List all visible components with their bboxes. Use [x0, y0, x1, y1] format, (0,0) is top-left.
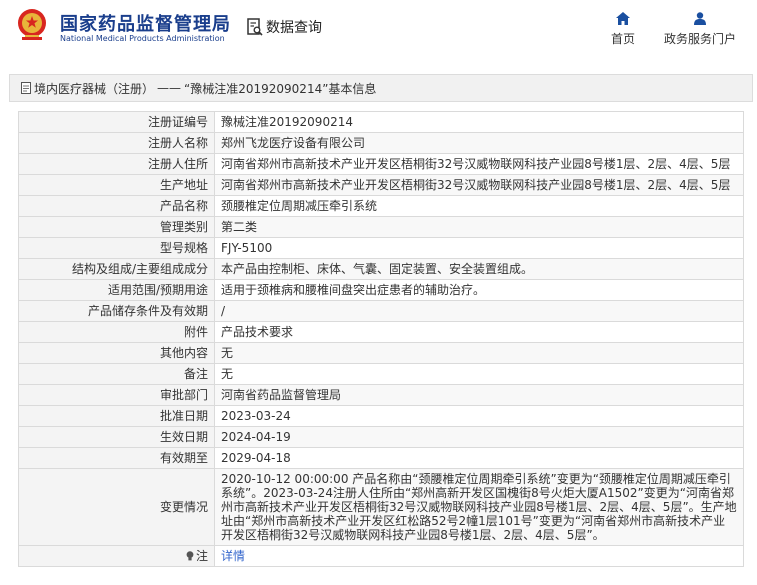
table-row: 审批部门 河南省药品监督管理局	[18, 384, 744, 406]
row-value: /	[214, 300, 744, 322]
lightbulb-icon	[186, 551, 194, 561]
row-value: 2029-04-18	[214, 447, 744, 469]
nav-service-portal[interactable]: 政务服务门户	[655, 12, 745, 47]
table-row: 型号规格 FJY-5100	[18, 237, 744, 259]
row-label: 适用范围/预期用途	[18, 279, 215, 301]
table-row: 注册证编号 豫械注准20192090214	[18, 111, 744, 133]
row-value: 河南省药品监督管理局	[214, 384, 744, 406]
row-value: 2020-10-12 00:00:00 产品名称由“颈腰椎定位周期牵引系统”变更…	[214, 468, 744, 546]
row-value: 产品技术要求	[214, 321, 744, 343]
note-label-cell: 注	[18, 545, 215, 567]
user-icon	[694, 12, 706, 25]
breadcrumb-separator: ——	[157, 81, 182, 95]
row-value: 河南省郑州市高新技术产业开发区梧桐街32号汉威物联网科技产业园8号楼1层、2层、…	[214, 153, 744, 175]
row-label: 其他内容	[18, 342, 215, 364]
home-icon	[616, 12, 630, 25]
row-value: 豫械注准20192090214	[214, 111, 744, 133]
document-icon	[21, 82, 31, 94]
table-row: 备注无	[18, 363, 744, 385]
row-value: 无	[214, 342, 744, 364]
emblem-icon	[18, 9, 46, 40]
row-label: 有效期至	[18, 447, 215, 469]
data-query-link[interactable]: 数据查询	[247, 17, 322, 37]
data-query-label: 数据查询	[266, 20, 322, 36]
nav-home[interactable]: 首页	[605, 12, 641, 47]
row-label: 生效日期	[18, 426, 215, 448]
info-table: 注册证编号 豫械注准20192090214 注册人名称 郑州飞龙医疗设备有限公司 注册人…	[18, 111, 744, 567]
table-row: 变更情况 2020-10-12 00:00:00 产品名称由“颈腰椎定位周期牵引系…	[18, 468, 744, 546]
row-label: 结构及组成/主要组成成分	[18, 258, 215, 280]
row-label: 备注	[18, 363, 215, 385]
table-row: 管理类别 第二类	[18, 216, 744, 238]
row-label: 变更情况	[18, 468, 215, 546]
row-label: 生产地址	[18, 174, 215, 196]
breadcrumb-category[interactable]: 境内医疗器械（注册）	[34, 80, 154, 97]
row-label: 审批部门	[18, 384, 215, 406]
row-value: 河南省郑州市高新技术产业开发区梧桐街32号汉威物联网科技产业园8号楼1层、2层、…	[214, 174, 744, 196]
row-label: 注册人名称	[18, 132, 215, 154]
table-row: 产品名称 颈腰椎定位周期减压牵引系统	[18, 195, 744, 217]
table-row: 有效期至 2029-04-18	[18, 447, 744, 469]
row-label: 注册人住所	[18, 153, 215, 175]
note-value-cell: 详情	[214, 545, 744, 567]
note-label: 注	[195, 549, 208, 563]
row-label: 注册证编号	[18, 111, 215, 133]
table-row: 结构及组成/主要组成成分 本产品由控制柜、床体、气囊、固定装置、安全装置组成。	[18, 258, 744, 280]
row-value: 无	[214, 363, 744, 385]
table-row: 生产地址 河南省郑州市高新技术产业开发区梧桐街32号汉威物联网科技产业园8号楼1层…	[18, 174, 744, 196]
table-row: 注册人住所 河南省郑州市高新技术产业开发区梧桐街32号汉威物联网科技产业园8号楼1…	[18, 153, 744, 175]
table-row: 附件 产品技术要求	[18, 321, 744, 343]
site-subtitle: National Medical Products Administration	[60, 34, 225, 43]
table-row: 批准日期 2023-03-24	[18, 405, 744, 427]
row-value: 本产品由控制柜、床体、气囊、固定装置、安全装置组成。	[214, 258, 744, 280]
row-value: 2024-04-19	[214, 426, 744, 448]
nav-portal-label: 政务服务门户	[663, 32, 736, 46]
table-row: 其他内容无	[18, 342, 744, 364]
row-value: 第二类	[214, 216, 744, 238]
row-label: 产品名称	[18, 195, 215, 217]
site-title[interactable]: 国家药品监督管理局	[60, 10, 231, 36]
table-row: 生效日期 2024-04-19	[18, 426, 744, 448]
row-label: 附件	[18, 321, 215, 343]
row-value: FJY-5100	[214, 237, 744, 259]
row-label: 管理类别	[18, 216, 215, 238]
table-row: 适用范围/预期用途 适用于颈椎病和腰椎间盘突出症患者的辅助治疗。	[18, 279, 744, 301]
page-title: “豫械注准20192090214”基本信息	[184, 81, 377, 96]
row-label: 产品储存条件及有效期	[18, 300, 215, 322]
breadcrumb: 境内医疗器械（注册） —— “豫械注准20192090214”基本信息	[9, 74, 753, 102]
row-value: 适用于颈椎病和腰椎间盘突出症患者的辅助治疗。	[214, 279, 744, 301]
nav-home-label: 首页	[610, 32, 635, 46]
detail-link[interactable]: 详情	[221, 549, 245, 563]
row-value: 颈腰椎定位周期减压牵引系统	[214, 195, 744, 217]
table-row: 注册人名称 郑州飞龙医疗设备有限公司	[18, 132, 744, 154]
site-header: 国家药品监督管理局 National Medical Products Admi…	[0, 0, 757, 62]
row-label: 批准日期	[18, 405, 215, 427]
row-label: 型号规格	[18, 237, 215, 259]
search-document-icon	[247, 18, 263, 36]
table-row: 产品储存条件及有效期 /	[18, 300, 744, 322]
row-value: 2023-03-24	[214, 405, 744, 427]
note-row: 注详情	[18, 545, 744, 567]
row-value: 郑州飞龙医疗设备有限公司	[214, 132, 744, 154]
